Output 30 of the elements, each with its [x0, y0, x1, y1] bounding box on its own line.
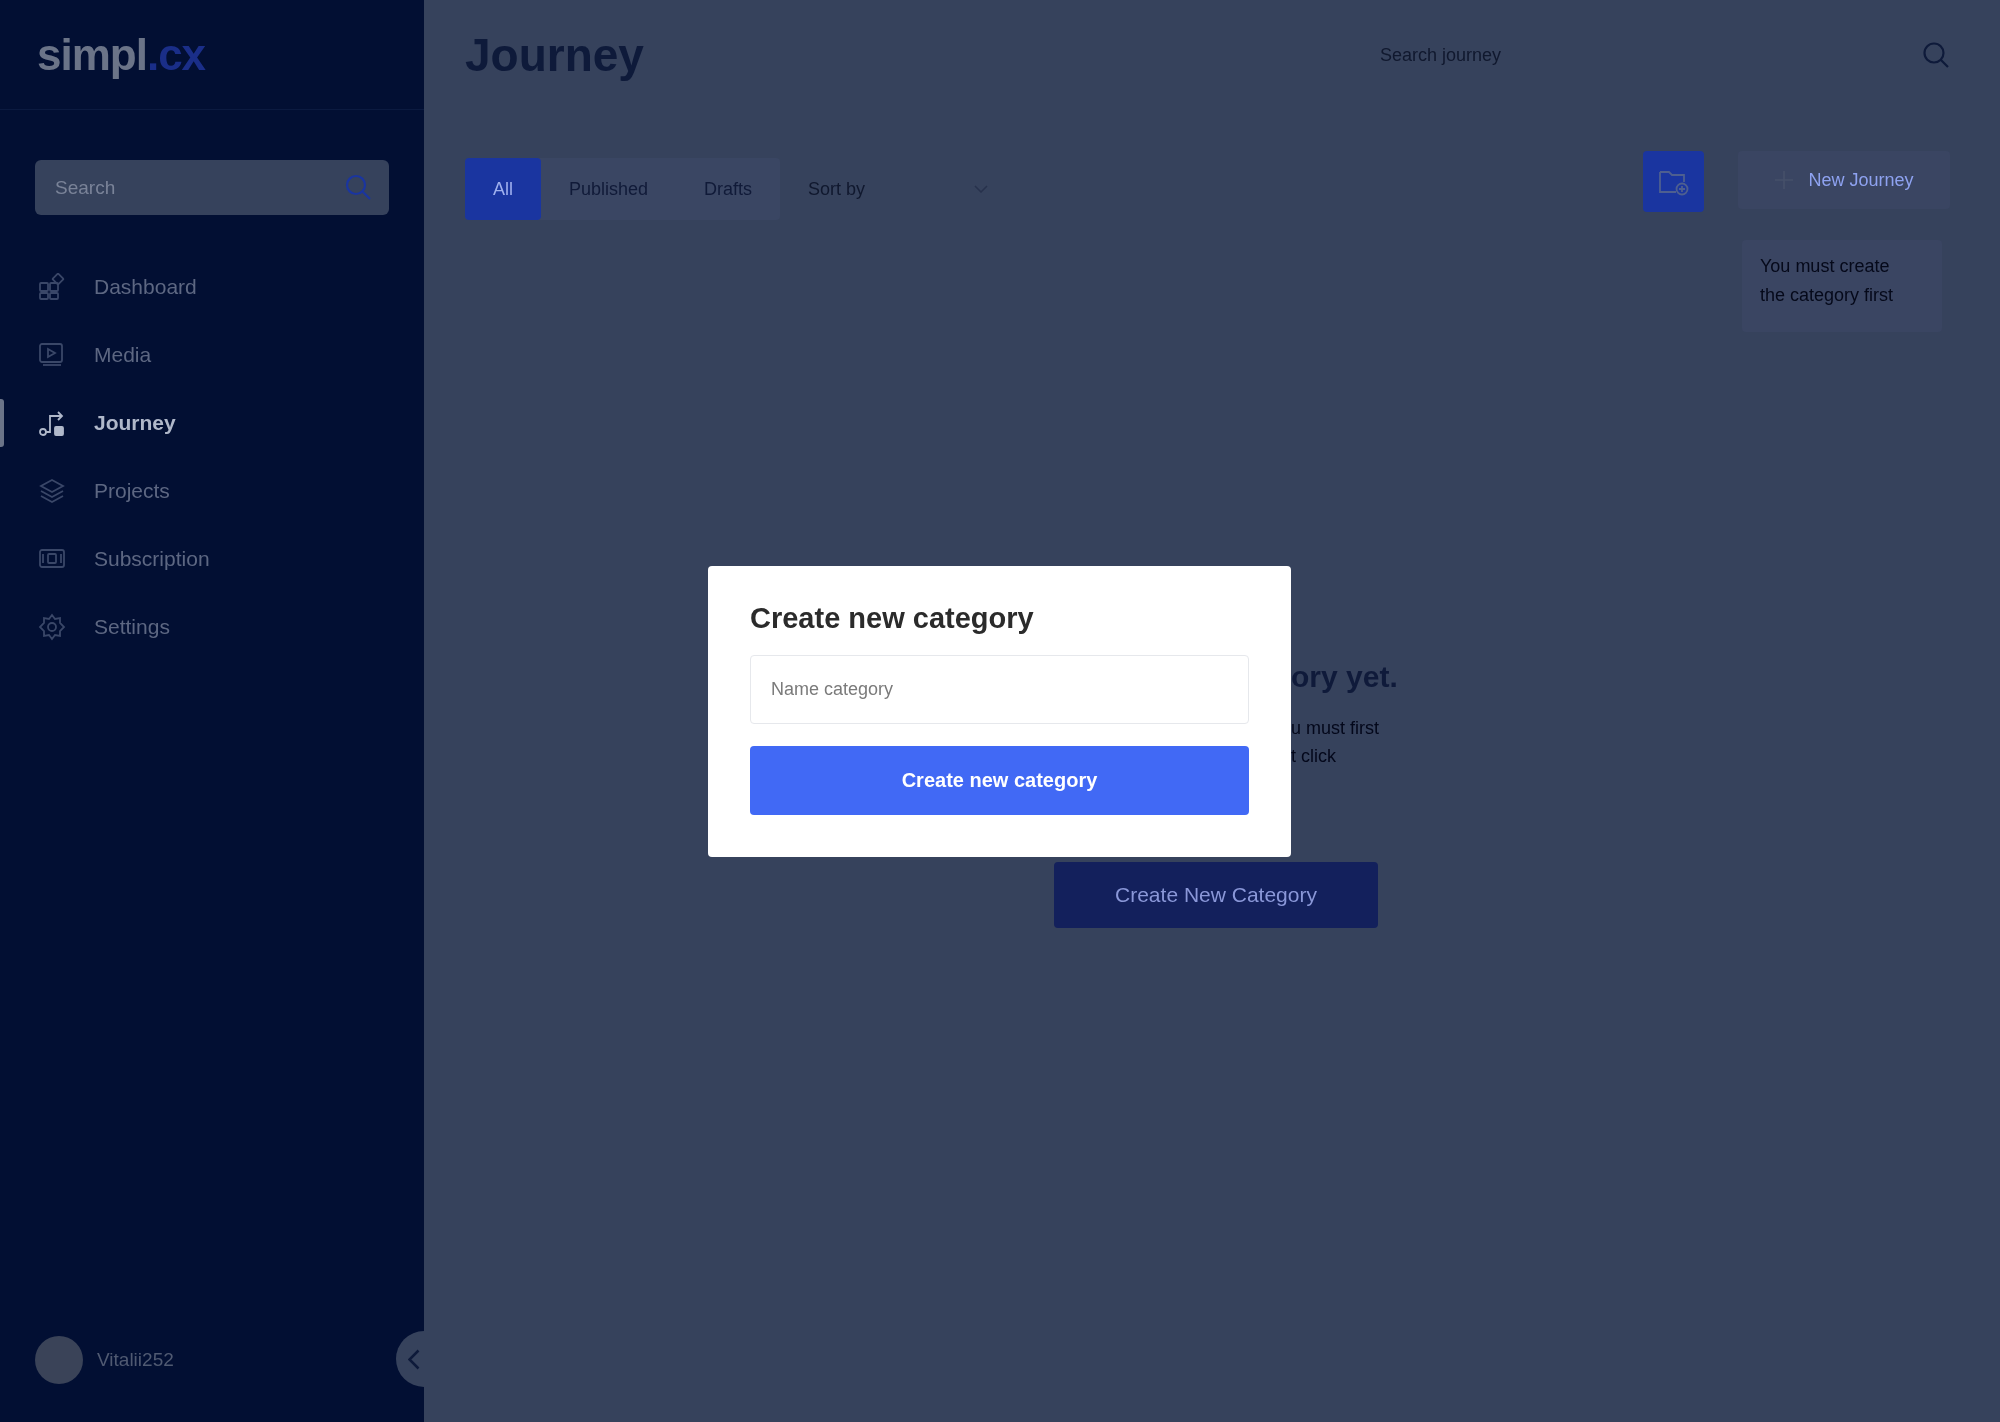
tooltip: You must create the category first: [1742, 240, 1942, 332]
nav-item[interactable]: Dashboard: [0, 253, 424, 321]
collapse-button[interactable]: [396, 1331, 424, 1387]
projects-icon: [38, 477, 66, 505]
create-category-button[interactable]: Create new category: [750, 746, 1249, 815]
nav-item[interactable]: Subscription: [0, 525, 424, 593]
media-icon: [38, 341, 66, 369]
chevron-left-icon: [408, 1348, 420, 1370]
new-journey-button[interactable]: New Journey: [1738, 151, 1950, 209]
nav-item[interactable]: Media: [0, 321, 424, 389]
journey-icon: [38, 409, 66, 437]
empty-state-text: t click: [1291, 745, 1337, 768]
avatar: [35, 1336, 83, 1384]
nav-item[interactable]: Journey: [0, 389, 424, 457]
create-category-button[interactable]: Create New Category: [1054, 862, 1378, 928]
search-icon: [345, 174, 371, 200]
active-indicator: [0, 399, 4, 447]
search-icon[interactable]: [1922, 41, 1950, 69]
nav-item[interactable]: Settings: [0, 593, 424, 661]
search-field[interactable]: Search: [35, 160, 389, 215]
filter-tab[interactable]: All: [465, 158, 541, 220]
user-name: Vitalii252: [97, 1349, 174, 1371]
dashboard-icon: [38, 273, 66, 301]
empty-state-text: u must first: [1291, 717, 1380, 740]
logo: simpl.cx: [37, 29, 206, 80]
settings-icon: [38, 613, 66, 641]
new-folder-button[interactable]: [1643, 151, 1704, 212]
modal-title: Create new category: [750, 602, 1035, 635]
nav-item[interactable]: Projects: [0, 457, 424, 525]
category-name-field[interactable]: Name category: [750, 655, 1249, 724]
